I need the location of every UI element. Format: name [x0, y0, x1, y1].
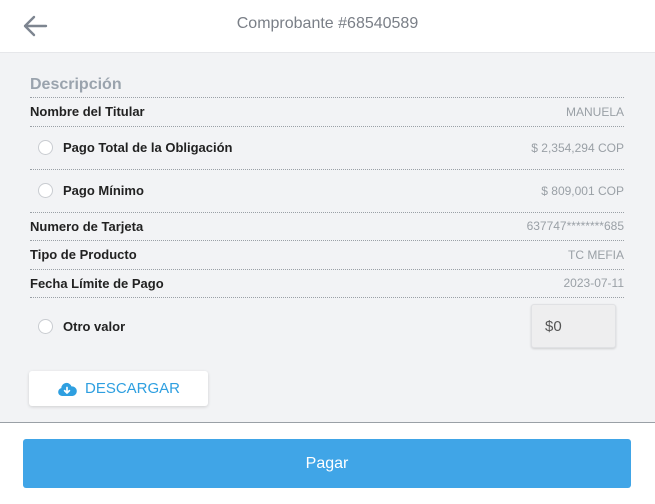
page-title: Comprobante #68540589 — [236, 15, 419, 32]
due-date-value: 2023-07-11 — [563, 276, 625, 291]
other-value-radio[interactable] — [38, 318, 53, 334]
card-number-value: 637747********685 — [526, 219, 624, 234]
total-payment-radio[interactable] — [38, 140, 53, 155]
total-payment-radio-wrap: Pago Total de la Obligación — [30, 140, 233, 155]
card-number-row: Numero de Tarjeta 637747********685 — [30, 213, 624, 241]
other-value-amount-input[interactable] — [531, 304, 616, 348]
total-payment-option[interactable]: Pago Total de la Obligación $ 2,354,294 … — [30, 127, 624, 170]
other-value-radio-wrap: Otro valor — [30, 318, 126, 334]
header: Comprobante #68540589 — [0, 0, 655, 53]
total-payment-label: Pago Total de la Obligación — [63, 140, 233, 155]
due-date-label: Fecha Límite de Pago — [30, 275, 164, 291]
other-value-label: Otro valor — [63, 318, 126, 334]
section-title: Descripción — [30, 66, 624, 98]
minimum-payment-radio-wrap: Pago Mínimo — [30, 183, 144, 198]
product-type-label: Tipo de Producto — [30, 247, 137, 263]
card-number-label: Numero de Tarjeta — [30, 218, 144, 234]
holder-label: Nombre del Titular — [30, 104, 145, 120]
download-button[interactable]: DESCARGAR — [29, 371, 208, 406]
description-section: Descripción Nombre del Titular MANUELA P… — [30, 66, 624, 354]
pay-button[interactable]: Pagar — [23, 439, 631, 488]
holder-value: MANUELA — [565, 104, 624, 119]
holder-row: Nombre del Titular MANUELA — [30, 98, 624, 127]
minimum-payment-radio[interactable] — [38, 183, 53, 198]
total-payment-value: $ 2,354,294 COP — [531, 140, 624, 155]
product-type-row: Tipo de Producto TC MEFIA — [30, 241, 624, 270]
minimum-payment-option[interactable]: Pago Mínimo $ 809,001 COP — [30, 170, 624, 213]
other-value-option[interactable]: Otro valor — [30, 298, 624, 354]
footer: Pagar — [0, 423, 655, 504]
minimum-payment-label: Pago Mínimo — [63, 183, 144, 198]
cloud-download-icon — [58, 382, 77, 396]
minimum-payment-value: $ 809,001 COP — [541, 183, 624, 198]
product-type-value: TC MEFIA — [568, 247, 624, 262]
due-date-row: Fecha Límite de Pago 2023-07-11 — [30, 270, 625, 298]
download-label: DESCARGAR — [84, 380, 181, 397]
